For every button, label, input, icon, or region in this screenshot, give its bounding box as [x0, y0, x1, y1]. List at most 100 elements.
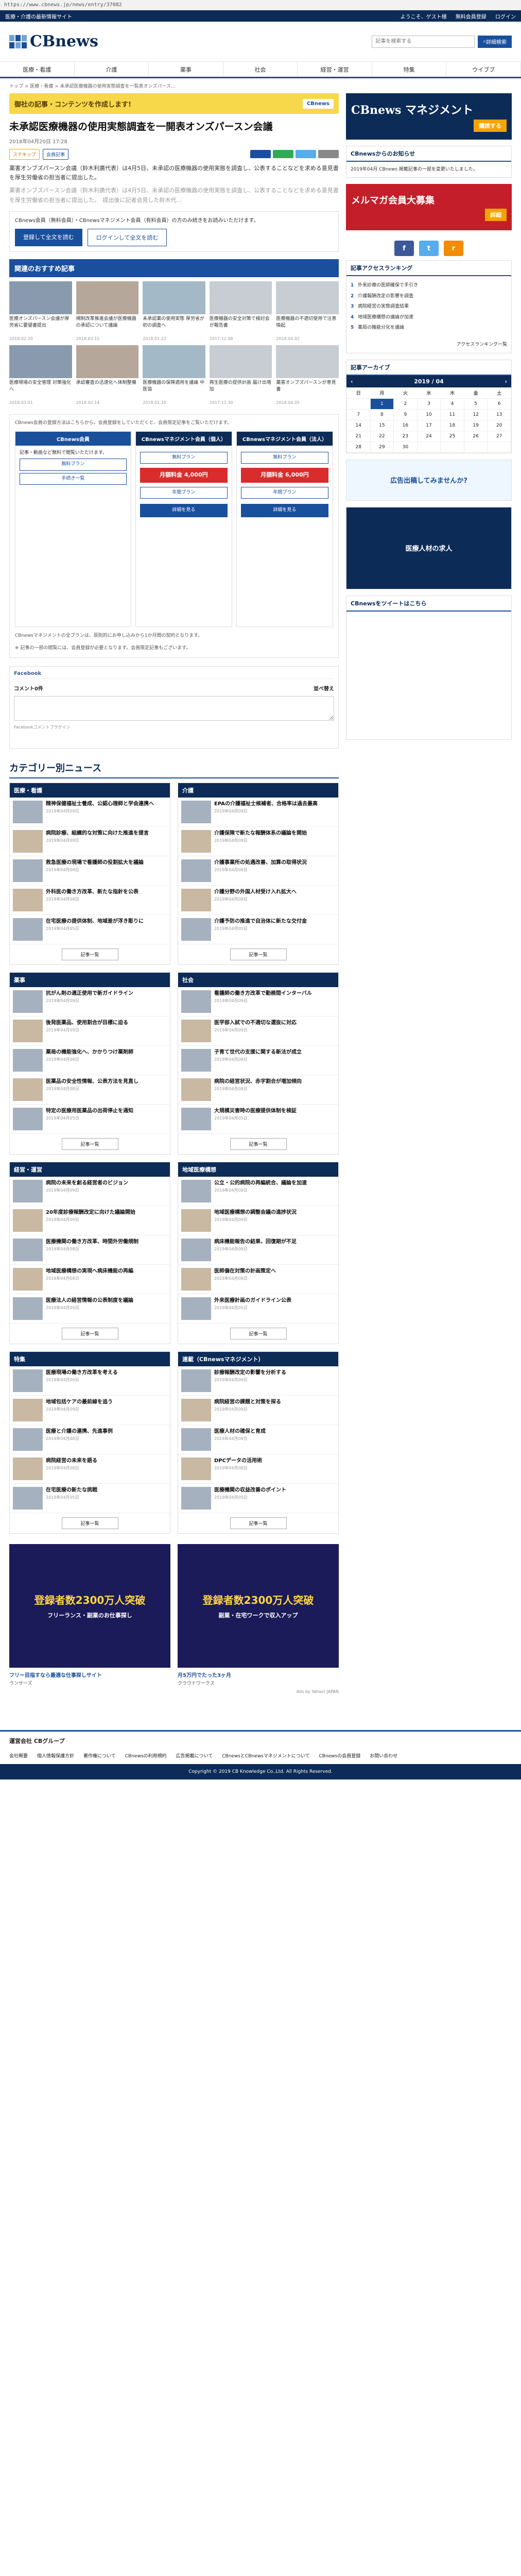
category-thumbnail[interactable]	[13, 1179, 43, 1202]
category-item[interactable]: 在宅医療の新たな挑戦 2019年04月05日	[10, 1484, 170, 1513]
category-item-title[interactable]: 大規模災害時の医療提供体制を検証	[214, 1108, 297, 1115]
ranking-item[interactable]: 3 病院経営の実態調査結果	[351, 301, 507, 312]
category-item[interactable]: 医療と介護の連携、先進事例 2019年04月08日	[10, 1425, 170, 1454]
footer-link[interactable]: 広告掲載について	[176, 1752, 213, 1759]
related-card[interactable]: 再生医療の提供計画 届け出増加 2017.11.30	[209, 345, 272, 405]
ranking-item[interactable]: 4 地域医療構想の議論が加速	[351, 312, 507, 323]
category-item[interactable]: 医療機関の収益改善のポイント 2019年04月05日	[178, 1484, 338, 1513]
category-more-button[interactable]: 記事一覧	[230, 1517, 287, 1529]
footer-link[interactable]: CBnewsの利用規約	[125, 1752, 167, 1759]
calendar-day[interactable]: 14	[346, 419, 371, 431]
category-thumbnail[interactable]	[13, 1209, 43, 1232]
calendar-day[interactable]: 5	[463, 398, 488, 410]
calendar-day[interactable]: 20	[487, 419, 511, 431]
category-item-title[interactable]: 医療人材の確保と育成	[214, 1428, 266, 1435]
footer-link[interactable]: CBnewsの会員登録	[319, 1752, 360, 1759]
ranking-item-title[interactable]: 外来診療の医師確保で手引き	[358, 283, 418, 288]
ranking-more-link[interactable]: アクセスランキング一覧	[346, 337, 511, 352]
category-item-title[interactable]: 救急医療の現場で看護師の役割拡大を議論	[46, 859, 144, 867]
calendar-day[interactable]: 8	[370, 409, 394, 420]
category-thumbnail[interactable]	[13, 1238, 43, 1261]
category-heading[interactable]: 地域医療構想	[178, 1162, 338, 1177]
search-input[interactable]	[372, 35, 475, 48]
ranking-item-title[interactable]: 地域医療構想の議論が加速	[358, 315, 413, 320]
calendar-day[interactable]: 22	[370, 430, 394, 442]
calendar-day[interactable]: 1	[370, 398, 394, 410]
category-thumbnail[interactable]	[181, 1078, 211, 1101]
category-thumbnail[interactable]	[13, 1486, 43, 1510]
category-heading[interactable]: 医療・看護	[10, 783, 170, 798]
category-thumbnail[interactable]	[13, 1107, 43, 1130]
breadcrumb[interactable]: トップ > 医療・看護 > 未承認医療機器の使用実態調査を一覧表オンズパース…	[0, 78, 521, 93]
category-item[interactable]: 医療法人の経営情報の公表制度を議論 2019年04月05日	[10, 1294, 170, 1324]
category-thumbnail[interactable]	[181, 1019, 211, 1042]
category-thumbnail[interactable]	[13, 800, 43, 823]
sidebar-ad-jobs[interactable]: 医療人材の求人	[346, 506, 512, 589]
category-more-button[interactable]: 記事一覧	[61, 948, 118, 960]
category-item[interactable]: 医薬品の安全性情報、公表方法を見直し 2019年04月08日	[10, 1075, 170, 1105]
related-card[interactable]: 規制改革推進会議が医療機器の承認について議論 2018.03.15	[76, 281, 139, 341]
calendar-day[interactable]: 21	[346, 430, 371, 442]
related-caption[interactable]: 承認審査の迅速化へ体制整備	[76, 380, 139, 400]
category-item-title[interactable]: 病床機能報告の結果、回復期が不足	[214, 1239, 297, 1246]
ad-2-caption[interactable]: 月5万円でたった3ヶ月	[178, 1671, 339, 1679]
plan-corporate-label-2[interactable]: 年間プラン	[240, 486, 328, 499]
calendar-day[interactable]: 7	[346, 409, 371, 420]
category-item[interactable]: 在宅医療の提供体制、地域差が浮き彫りに 2019年04月05日	[10, 915, 170, 944]
category-heading[interactable]: 連載（CBnewsマネジメント）	[178, 1351, 338, 1366]
category-item-title[interactable]: 医療と介護の連携、先進事例	[46, 1428, 113, 1435]
category-more-button[interactable]: 記事一覧	[61, 1327, 118, 1340]
category-item[interactable]: 医学部入試での不適切な選抜に対応 2019年04月09日	[178, 1016, 338, 1046]
category-item[interactable]: 病院診療、組織的な対策に向けた推進を提言 2019年04月09日	[10, 827, 170, 856]
category-item[interactable]: 薬局の機能強化へ、かかりつけ薬剤師 2019年04月08日	[10, 1046, 170, 1075]
prev-month-icon[interactable]: ‹	[351, 378, 353, 385]
category-item[interactable]: 特定の医療用医薬品の出荷停止を通知 2019年04月05日	[10, 1105, 170, 1134]
tag-step[interactable]: ステキップ	[9, 148, 40, 160]
category-item[interactable]: 20年度診療報酬改定に向けた議論開始 2019年04月09日	[10, 1206, 170, 1235]
category-thumbnail[interactable]	[181, 829, 211, 853]
category-more-button[interactable]: 記事一覧	[230, 948, 287, 960]
search-button[interactable]: ⌕ 詳細検索	[478, 35, 512, 48]
category-item-title[interactable]: 在宅医療の提供体制、地域差が浮き彫りに	[46, 918, 144, 925]
category-thumbnail[interactable]	[13, 888, 43, 911]
category-item-title[interactable]: 介護予防の推進で自治体に新たな交付金	[214, 918, 307, 925]
category-thumbnail[interactable]	[13, 859, 43, 882]
sidebar-banner-management[interactable]: CBnews マネジメント 購読する	[346, 93, 512, 140]
category-thumbnail[interactable]	[181, 1428, 211, 1451]
category-item-title[interactable]: 在宅医療の新たな挑戦	[46, 1487, 97, 1494]
category-more-button[interactable]: 記事一覧	[61, 1138, 118, 1150]
calendar-day[interactable]: 16	[393, 419, 418, 431]
category-item[interactable]: 後発医薬品、使用割合が目標に迫る 2019年04月09日	[10, 1016, 170, 1046]
related-card[interactable]: 医療機器の保険適用を議論 中医協 2018.01.10	[143, 345, 205, 405]
category-item[interactable]: 看護師の働き方改革で勤務間インターバル 2019年04月09日	[178, 987, 338, 1016]
category-item-title[interactable]: 病院の経営状況、赤字割合が増加傾向	[214, 1078, 302, 1086]
category-thumbnail[interactable]	[13, 1048, 43, 1072]
category-item[interactable]: 病院の未来を創る経営者のビジョン 2019年04月09日	[10, 1177, 170, 1206]
twitter-share-icon[interactable]	[296, 150, 316, 159]
ad-banner-1[interactable]: 登録者数2300万人突破 フリーランス・副業のお仕事探し	[9, 1544, 170, 1668]
category-thumbnail[interactable]	[181, 888, 211, 911]
ad-banner-2[interactable]: 登録者数2300万人突破 副業・在宅ワークで収入アップ	[178, 1544, 339, 1668]
category-item[interactable]: 抗がん剤の適正使用で新ガイドライン 2019年04月09日	[10, 987, 170, 1016]
plan-individual-label-2[interactable]: 年間プラン	[140, 486, 228, 499]
footer-link[interactable]: お問い合わせ	[370, 1752, 397, 1759]
facebook-share-icon[interactable]	[250, 150, 271, 159]
category-item[interactable]: 病院経営の課題と対策を探る 2019年04月09日	[178, 1396, 338, 1425]
login-link[interactable]: ログイン	[495, 14, 516, 20]
url-bar[interactable]: https://www.cbnews.jp/news/entry/37082	[0, 0, 521, 10]
nav-item-more[interactable]: ウイブブ	[446, 62, 521, 77]
ads-by-label[interactable]: Ads by Yahoo! JAPAN	[9, 1689, 339, 1694]
plan-free-label-1[interactable]: 無料プラン	[20, 459, 127, 471]
category-item[interactable]: 介護分野の外国人材受け入れ拡大へ 2019年04月08日	[178, 886, 338, 915]
calendar-day[interactable]: 13	[487, 409, 511, 420]
calendar-day[interactable]: 6	[487, 398, 511, 410]
category-thumbnail[interactable]	[13, 1428, 43, 1451]
category-heading[interactable]: 経営・運営	[10, 1162, 170, 1177]
sidebar-banner-mailmag[interactable]: メルマガ会員大募集 詳細	[346, 184, 512, 231]
category-item-title[interactable]: 公立・公的病院の再編統合、議論を加速	[214, 1180, 307, 1187]
related-thumbnail[interactable]	[76, 281, 139, 315]
category-thumbnail[interactable]	[13, 918, 43, 941]
related-caption[interactable]: 医療オンズパースン会議が厚労省に要望書提出	[9, 316, 72, 336]
related-card[interactable]: 医療機器の不適切使用で注意喚起 2018.04.02	[276, 281, 339, 341]
rss-icon[interactable]: r	[444, 241, 463, 257]
